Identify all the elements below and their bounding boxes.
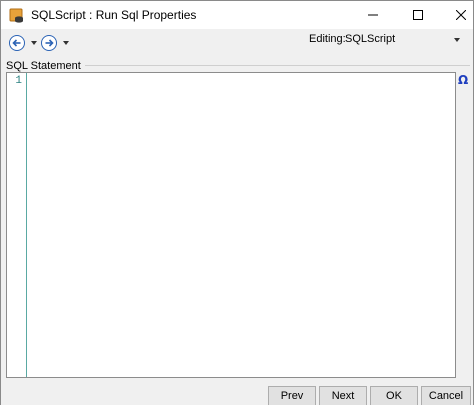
ok-button[interactable]: OK [370,386,418,405]
line-number-gutter: 1 [7,73,27,377]
properties-window: SQLScript : Run Sql Properties Editing: [0,0,474,405]
cancel-button[interactable]: Cancel [421,386,471,405]
arrow-right-circle-icon [41,35,57,51]
database-app-icon [9,7,25,23]
sql-editor[interactable]: 1 [6,72,456,378]
forward-button[interactable] [41,33,69,53]
dialog-button-bar: Prev Next OK Cancel [1,383,473,405]
arrow-left-circle-icon [9,35,25,51]
back-dropdown-arrow-icon[interactable] [31,41,37,45]
chevron-down-icon [454,38,460,42]
sql-statement-label: SQL Statement [6,60,85,72]
back-button[interactable] [9,33,37,53]
group-divider [68,65,470,66]
prev-button[interactable]: Prev [268,386,316,405]
editing-value: SQLScript [345,33,396,45]
minimize-icon[interactable] [353,1,393,29]
toolbar: Editing: SQLScript [1,29,473,57]
next-button[interactable]: Next [319,386,367,405]
title-bar[interactable]: SQLScript : Run Sql Properties [1,1,473,29]
forward-dropdown-arrow-icon[interactable] [63,41,69,45]
line-number: 1 [15,75,22,87]
close-icon[interactable] [441,1,474,29]
editing-label: Editing: [309,33,346,45]
window-title: SQLScript : Run Sql Properties [31,8,197,22]
maximize-icon[interactable] [398,1,438,29]
special-character-button[interactable]: Ω [458,73,468,87]
sql-code-area[interactable] [28,73,455,377]
